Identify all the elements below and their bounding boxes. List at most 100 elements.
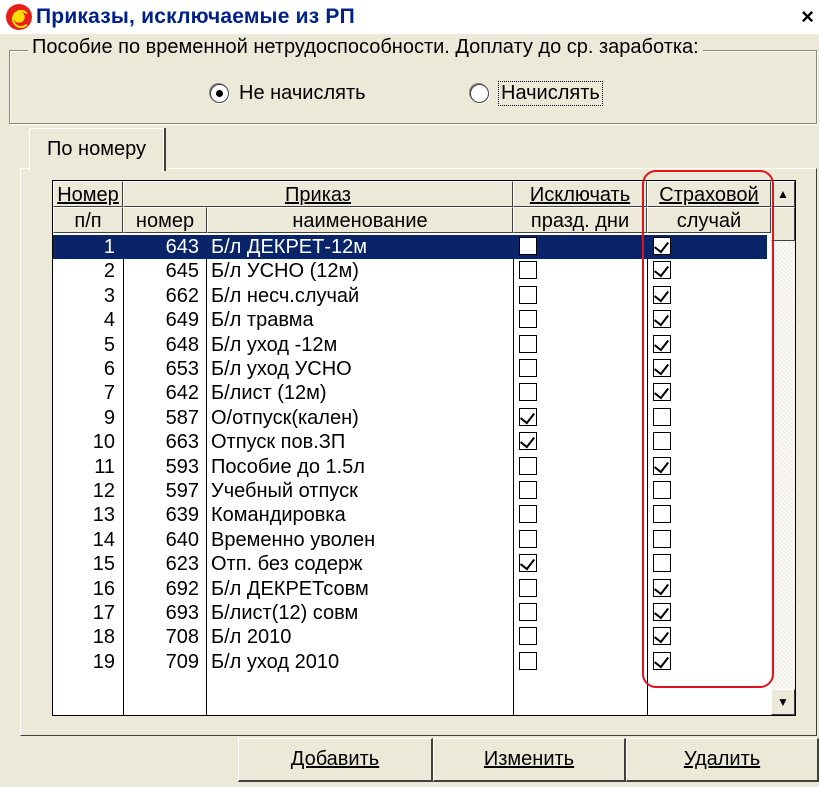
exclude-holidays-checkbox[interactable] xyxy=(519,407,537,426)
insured-case-checkbox[interactable] xyxy=(653,603,671,621)
table-row[interactable]: 17 693 Б/лист(12) совм xyxy=(53,601,771,625)
table-row[interactable]: 6 653 Б/л уход УСНО xyxy=(53,357,771,381)
table-row[interactable]: 3 662 Б/л несч.случай xyxy=(53,284,771,308)
order-name: Б/лист(12) совм xyxy=(211,602,359,624)
order-code: 653 xyxy=(165,358,199,380)
edit-button-label: Изменить xyxy=(483,748,575,770)
exclude-holidays-checkbox[interactable] xyxy=(519,505,537,524)
table-row[interactable]: 5 648 Б/л уход -12м xyxy=(53,333,771,357)
insured-case-checkbox[interactable] xyxy=(653,627,671,646)
insured-case-checkbox[interactable] xyxy=(653,578,671,597)
table-row[interactable]: 18 708 Б/л 2010 xyxy=(53,625,771,649)
vertical-scrollbar[interactable]: ▲ ▼ xyxy=(771,181,795,715)
table-row[interactable]: 15 623 Отп. без содерж xyxy=(53,552,771,576)
close-button[interactable]: × xyxy=(796,4,819,30)
edit-button[interactable]: Изменить xyxy=(433,738,626,782)
radio-accrue[interactable]: Начислять xyxy=(470,80,603,106)
insured-case-checkbox[interactable] xyxy=(653,237,671,255)
insured-case-checkbox[interactable] xyxy=(653,261,671,280)
radio-unselected-icon xyxy=(470,83,489,103)
scroll-up-icon[interactable]: ▲ xyxy=(771,181,795,207)
add-button[interactable]: Добавить xyxy=(238,738,433,782)
row-number: 1 xyxy=(103,236,115,258)
insured-case-checkbox[interactable] xyxy=(653,334,671,353)
table-row[interactable]: 11 593 Пособие до 1.5л xyxy=(53,455,771,479)
order-name: Отп. без содерж xyxy=(211,553,363,576)
insured-case-checkbox[interactable] xyxy=(653,407,671,426)
header-exclude-top[interactable]: Исключать xyxy=(513,181,647,207)
exclude-holidays-checkbox[interactable] xyxy=(519,310,537,329)
insured-case-checkbox[interactable] xyxy=(653,651,671,670)
table-row[interactable]: 12 597 Учебный отпуск xyxy=(53,479,771,503)
exclude-holidays-checkbox[interactable] xyxy=(519,554,537,573)
header-order[interactable]: Приказ xyxy=(123,181,513,207)
exclude-holidays-checkbox[interactable] xyxy=(519,529,537,548)
insured-case-checkbox[interactable] xyxy=(653,359,671,377)
window-title: Приказы, исключаемые из РП xyxy=(36,5,355,28)
delete-button[interactable]: Удалить xyxy=(626,738,819,782)
insured-case-checkbox[interactable] xyxy=(653,456,671,475)
exclude-holidays-checkbox[interactable] xyxy=(519,261,537,280)
order-code: 593 xyxy=(165,455,199,478)
exclude-holidays-checkbox[interactable] xyxy=(519,603,537,621)
exclude-holidays-checkbox[interactable] xyxy=(519,481,537,499)
row-number: 9 xyxy=(103,406,115,429)
tab-by-number[interactable]: По номеру xyxy=(29,128,164,171)
insured-case-checkbox[interactable] xyxy=(653,481,671,499)
insured-case-checkbox[interactable] xyxy=(653,554,671,573)
exclude-holidays-checkbox[interactable] xyxy=(519,432,537,451)
row-number: 11 xyxy=(94,455,115,478)
exclude-holidays-checkbox[interactable] xyxy=(519,651,537,670)
order-name: Б/л ДЕКРЕТ-12м xyxy=(211,236,367,258)
header-insured-top[interactable]: Страховой xyxy=(647,181,771,207)
insured-case-checkbox[interactable] xyxy=(653,310,671,329)
header-num-top[interactable]: Номер xyxy=(53,181,123,207)
app-icon xyxy=(6,4,32,30)
exclude-holidays-checkbox[interactable] xyxy=(519,359,537,377)
table-row[interactable]: 14 640 Временно уволен xyxy=(53,528,771,552)
order-code: 708 xyxy=(165,626,199,649)
table-row[interactable]: 10 663 Отпуск пов.ЗП xyxy=(53,430,771,454)
insured-case-checkbox[interactable] xyxy=(653,285,671,304)
exclude-holidays-checkbox[interactable] xyxy=(519,334,537,353)
scroll-down-icon[interactable]: ▼ xyxy=(771,689,795,715)
order-code: 649 xyxy=(165,309,199,332)
exclude-holidays-checkbox[interactable] xyxy=(519,237,537,255)
row-number: 13 xyxy=(92,504,115,527)
order-name: Б/л 2010 xyxy=(211,626,292,649)
order-code: 623 xyxy=(165,553,199,576)
insured-case-checkbox[interactable] xyxy=(653,529,671,548)
order-code: 663 xyxy=(165,431,199,454)
table-row[interactable]: 7 642 Б/лист (12м) xyxy=(53,381,771,405)
table-row[interactable]: 4 649 Б/л травма xyxy=(53,308,771,332)
grid-body: 1 643 Б/л ДЕКРЕТ-12м 2 645 Б/л УСНО (12м) 3 662… xyxy=(53,235,771,715)
exclude-holidays-checkbox[interactable] xyxy=(519,627,537,646)
order-name: Учебный отпуск xyxy=(211,480,358,502)
order-name: Б/л уход УСНО xyxy=(211,358,352,380)
orders-grid: Номер п/п Приказ номер наименование Искл… xyxy=(52,180,796,716)
table-row[interactable]: 2 645 Б/л УСНО (12м) xyxy=(53,259,771,283)
table-row[interactable]: 16 692 Б/л ДЕКРЕТсовм xyxy=(53,577,771,601)
insured-case-checkbox[interactable] xyxy=(653,505,671,524)
insured-case-checkbox[interactable] xyxy=(653,383,671,402)
table-row[interactable]: 9 587 О/отпуск(кален) xyxy=(53,406,771,430)
exclude-holidays-checkbox[interactable] xyxy=(519,578,537,597)
order-code: 642 xyxy=(165,382,199,405)
radio-no-accrue[interactable]: Не начислять xyxy=(210,80,366,106)
order-name: Б/лист (12м) xyxy=(211,382,327,405)
radio-selected-icon xyxy=(210,83,229,103)
table-row[interactable]: 1 643 Б/л ДЕКРЕТ-12м xyxy=(53,235,767,259)
scroll-thumb[interactable] xyxy=(771,207,795,241)
exclude-holidays-checkbox[interactable] xyxy=(519,456,537,475)
row-number: 5 xyxy=(103,333,115,356)
insured-case-checkbox[interactable] xyxy=(653,432,671,451)
radio-no-accrue-label: Не начислять xyxy=(239,81,366,104)
row-number: 17 xyxy=(92,602,115,624)
radio-accrue-label: Начислять xyxy=(498,80,603,106)
exclude-holidays-checkbox[interactable] xyxy=(519,383,537,402)
order-name: Б/л несч.случай xyxy=(211,284,360,307)
table-row[interactable]: 19 709 Б/л уход 2010 xyxy=(53,650,771,674)
table-row[interactable]: 13 639 Командировка xyxy=(53,503,771,527)
exclude-holidays-checkbox[interactable] xyxy=(519,285,537,304)
order-name: Б/л ДЕКРЕТсовм xyxy=(211,577,369,600)
